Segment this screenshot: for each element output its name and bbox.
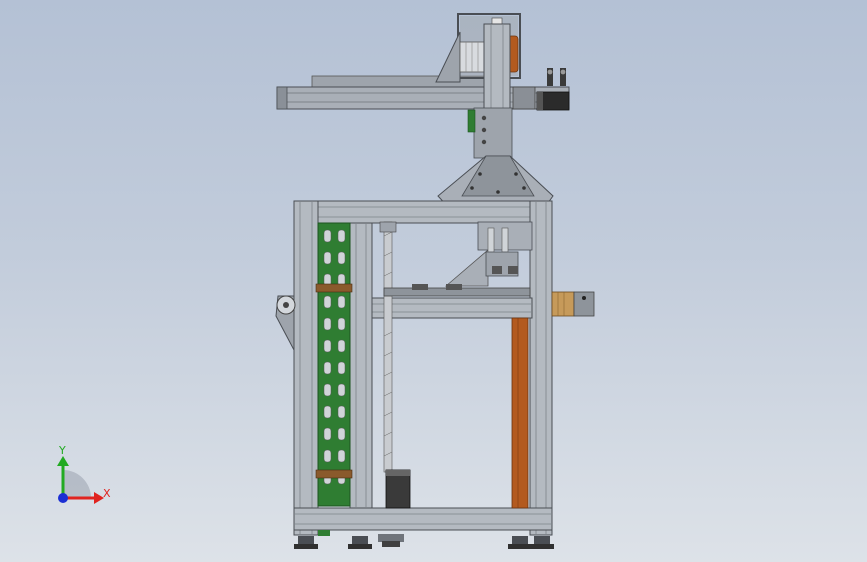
side-drive-coupler	[551, 291, 575, 317]
z-carriage	[473, 107, 513, 159]
bottom-green-tab	[318, 530, 330, 536]
orientation-triad[interactable]: Y X	[57, 444, 111, 504]
print-head-assembly	[477, 221, 533, 277]
vertical-lead-screw	[379, 221, 397, 473]
z-driver-board	[467, 109, 476, 133]
frame-inner-upright	[349, 222, 373, 509]
side-stepper-motor	[573, 291, 595, 317]
leveling-feet	[294, 530, 554, 549]
triad-y-label: Y	[58, 444, 66, 457]
green-control-board	[315, 222, 353, 507]
frame-bottom-beam	[293, 507, 553, 531]
triangular-gusset	[435, 31, 461, 83]
foot-mid	[378, 534, 404, 542]
frame-left-upright	[293, 200, 319, 536]
copper-rail	[511, 317, 529, 509]
pcb-bracket-lower	[315, 469, 353, 479]
pcb-bracket-upper	[315, 283, 353, 293]
top-gantry-assembly	[276, 68, 570, 111]
triad-rotation-arc	[63, 470, 91, 498]
bed-support-gusset	[444, 249, 489, 287]
right-side-drive	[511, 291, 595, 509]
belt-pulley-block	[512, 86, 536, 110]
triad-z-axis	[58, 493, 68, 503]
frame-right-upright	[529, 200, 553, 536]
limit-switch-pair	[547, 68, 566, 86]
cad-viewport[interactable]: Y X	[0, 0, 867, 562]
triad-x-label: X	[103, 487, 111, 500]
left-spool-holder	[275, 295, 296, 351]
frame-top-beam	[293, 200, 553, 224]
frame-middle-beam	[371, 297, 533, 319]
